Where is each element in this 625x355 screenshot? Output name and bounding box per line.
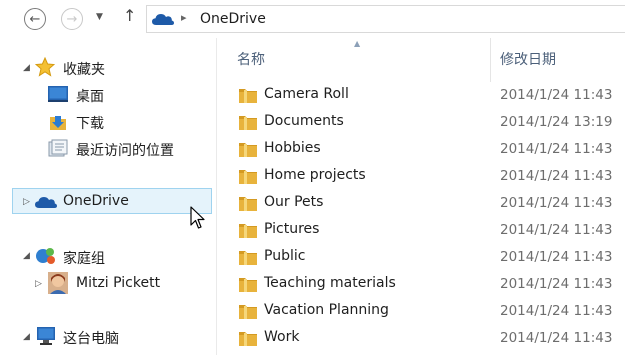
sort-ascending-icon: ▲ [354, 39, 361, 48]
file-row[interactable]: Hobbies 2014/1/24 11:43 [217, 136, 625, 163]
onedrive-label[interactable]: OneDrive [63, 193, 129, 209]
expand-caret-icon[interactable]: ▷ [35, 279, 42, 289]
file-name[interactable]: Pictures [264, 221, 319, 237]
folder-icon [239, 89, 257, 103]
folder-icon [239, 332, 257, 346]
expand-caret-icon[interactable]: ◢ [23, 251, 30, 261]
file-date-modified: 2014/1/24 13:19 [500, 114, 613, 130]
file-date-modified: 2014/1/24 11:43 [500, 249, 613, 265]
folder-icon [239, 305, 257, 319]
favorites-label[interactable]: 收藏夹 [63, 59, 105, 79]
folder-icon [239, 143, 257, 157]
expand-caret-icon[interactable]: ◢ [23, 63, 30, 73]
file-name[interactable]: Hobbies [264, 140, 321, 156]
desktop-icon [48, 86, 68, 102]
onedrive-cloud-icon [35, 197, 57, 208]
file-row[interactable]: Teaching materials 2014/1/24 11:43 [217, 271, 625, 298]
this-pc-label[interactable]: 这台电脑 [63, 328, 119, 348]
file-date-modified: 2014/1/24 11:43 [500, 141, 613, 157]
user-avatar-icon [48, 272, 68, 294]
file-row[interactable]: Camera Roll 2014/1/24 11:43 [217, 82, 625, 109]
file-row[interactable]: Pictures 2014/1/24 11:43 [217, 217, 625, 244]
nav-item-recent-places[interactable]: 最近访问的位置 [76, 140, 174, 160]
computer-icon [37, 327, 55, 345]
address-bar[interactable]: ▸ OneDrive [146, 5, 625, 33]
breadcrumb-chevron-icon[interactable]: ▸ [181, 11, 187, 24]
column-separator[interactable] [490, 38, 491, 82]
file-name[interactable]: Teaching materials [264, 275, 396, 291]
mouse-cursor-icon [190, 206, 205, 229]
onedrive-cloud-icon [152, 14, 174, 25]
file-row[interactable]: Work 2014/1/24 11:43 [217, 325, 625, 352]
file-row[interactable]: Our Pets 2014/1/24 11:43 [217, 190, 625, 217]
file-name[interactable]: Home projects [264, 167, 366, 183]
file-row[interactable]: Documents 2014/1/24 13:19 [217, 109, 625, 136]
file-date-modified: 2014/1/24 11:43 [500, 87, 613, 103]
nav-item-downloads[interactable]: 下载 [76, 113, 104, 133]
chevron-down-icon: ▼ [96, 12, 103, 22]
recent-locations-dropdown[interactable]: ▼ [96, 12, 103, 22]
file-date-modified: 2014/1/24 11:43 [500, 168, 613, 184]
file-name[interactable]: Vacation Planning [264, 302, 389, 318]
forward-button[interactable]: → [61, 8, 83, 30]
folder-icon [239, 197, 257, 211]
file-name[interactable]: Public [264, 248, 305, 264]
file-date-modified: 2014/1/24 11:43 [500, 195, 613, 211]
download-icon [50, 116, 66, 130]
column-header-name[interactable]: 名称 [237, 49, 265, 69]
breadcrumb-onedrive[interactable]: OneDrive [200, 11, 266, 27]
expand-caret-icon[interactable]: ◢ [23, 332, 30, 342]
nav-item-desktop[interactable]: 桌面 [76, 86, 104, 106]
file-row[interactable]: Home projects 2014/1/24 11:43 [217, 163, 625, 190]
forward-arrow-icon: → [66, 11, 78, 27]
file-date-modified: 2014/1/24 11:43 [500, 303, 613, 319]
back-arrow-icon: ← [29, 11, 41, 27]
file-date-modified: 2014/1/24 11:43 [500, 330, 613, 346]
file-name[interactable]: Our Pets [264, 194, 323, 210]
file-name[interactable]: Work [264, 329, 299, 345]
folder-icon [239, 251, 257, 265]
file-name[interactable]: Documents [264, 113, 344, 129]
homegroup-label[interactable]: 家庭组 [63, 248, 105, 268]
navigation-bar: ← → ▼ ↑ ▸ OneDrive [0, 0, 625, 38]
folder-icon [239, 170, 257, 184]
file-name[interactable]: Camera Roll [264, 86, 349, 102]
up-arrow-icon: ↑ [123, 6, 137, 25]
file-date-modified: 2014/1/24 11:43 [500, 276, 613, 292]
file-row[interactable]: Public 2014/1/24 11:43 [217, 244, 625, 271]
star-icon [35, 57, 55, 77]
homegroup-icon [36, 248, 55, 264]
file-date-modified: 2014/1/24 11:43 [500, 222, 613, 238]
folder-icon [239, 116, 257, 130]
expand-caret-icon[interactable]: ▷ [23, 197, 30, 207]
nav-item-mitzi-pickett[interactable]: Mitzi Pickett [76, 275, 160, 291]
back-button[interactable]: ← [24, 8, 46, 30]
folder-icon [239, 224, 257, 238]
file-list: ▲ 名称 修改日期 Camera Roll 2014/1/24 11:43 Docu… [217, 38, 625, 355]
up-button[interactable]: ↑ [123, 8, 136, 24]
file-row[interactable]: Vacation Planning 2014/1/24 11:43 [217, 298, 625, 325]
recent-places-icon [48, 139, 68, 157]
folder-icon [239, 278, 257, 292]
column-header-date-modified[interactable]: 修改日期 [500, 49, 556, 69]
navigation-pane: ◢ 收藏夹 桌面 下载 最近访问的位置 ▷ OneDrive ◢ 家庭组 ▷ M… [0, 38, 216, 355]
